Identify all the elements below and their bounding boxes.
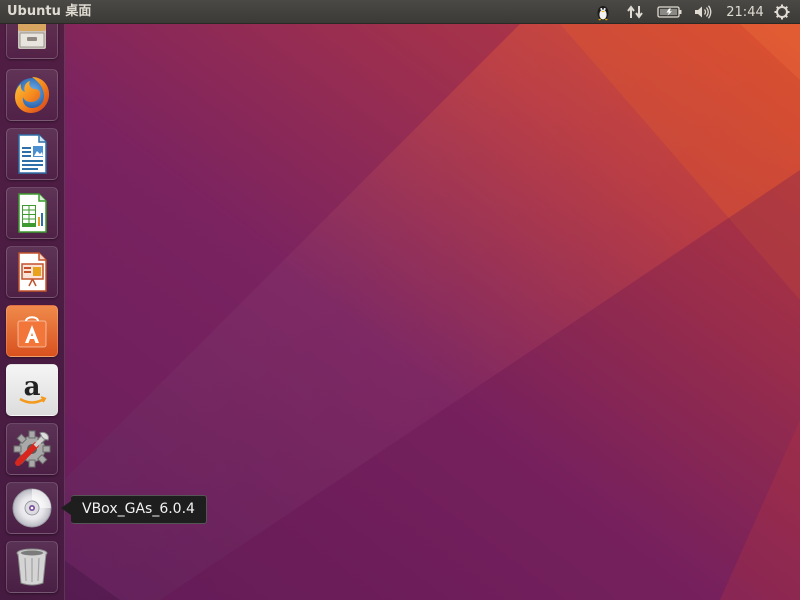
power-gear-icon[interactable] bbox=[772, 0, 792, 24]
calc-spreadsheet-icon bbox=[18, 193, 47, 233]
top-panel: Ubuntu 桌面 21:44 bbox=[0, 0, 800, 24]
launcher-item-trash[interactable] bbox=[6, 541, 58, 593]
launcher-item-firefox[interactable] bbox=[6, 69, 58, 121]
launcher-item-amazon[interactable]: a bbox=[6, 364, 58, 416]
firefox-icon bbox=[15, 77, 50, 113]
launcher-item-writer[interactable] bbox=[6, 128, 58, 180]
battery-icon[interactable] bbox=[656, 0, 684, 24]
tooltip-arrow bbox=[61, 501, 71, 515]
launcher-item-settings[interactable] bbox=[6, 423, 58, 475]
launcher-item-impress[interactable] bbox=[6, 246, 58, 298]
launcher: a bbox=[0, 7, 65, 600]
amazon-icon: a bbox=[19, 372, 47, 404]
tooltip-label: VBox_GAs_6.0.4 bbox=[71, 495, 207, 524]
launcher-item-vbox-cd[interactable] bbox=[6, 482, 58, 534]
volume-icon[interactable] bbox=[692, 0, 714, 24]
impress-presentation-icon bbox=[18, 252, 47, 292]
clock[interactable]: 21:44 bbox=[722, 0, 768, 24]
writer-document-icon bbox=[18, 134, 47, 174]
qq-penguin-icon[interactable] bbox=[592, 0, 614, 24]
settings-wrench-gear-icon bbox=[13, 430, 51, 468]
software-bag-icon bbox=[17, 316, 47, 348]
svg-text:a: a bbox=[24, 372, 41, 402]
launcher-item-software[interactable] bbox=[6, 305, 58, 357]
launcher-item-calc[interactable] bbox=[6, 187, 58, 239]
panel-window-title: Ubuntu 桌面 bbox=[7, 4, 92, 19]
trash-icon bbox=[16, 548, 48, 586]
network-updown-icon[interactable] bbox=[625, 0, 645, 24]
optical-disc-icon bbox=[12, 488, 52, 528]
desktop-screen: Ubuntu 桌面 21:44 a VBox_GAs_6.0.4 bbox=[0, 0, 800, 600]
